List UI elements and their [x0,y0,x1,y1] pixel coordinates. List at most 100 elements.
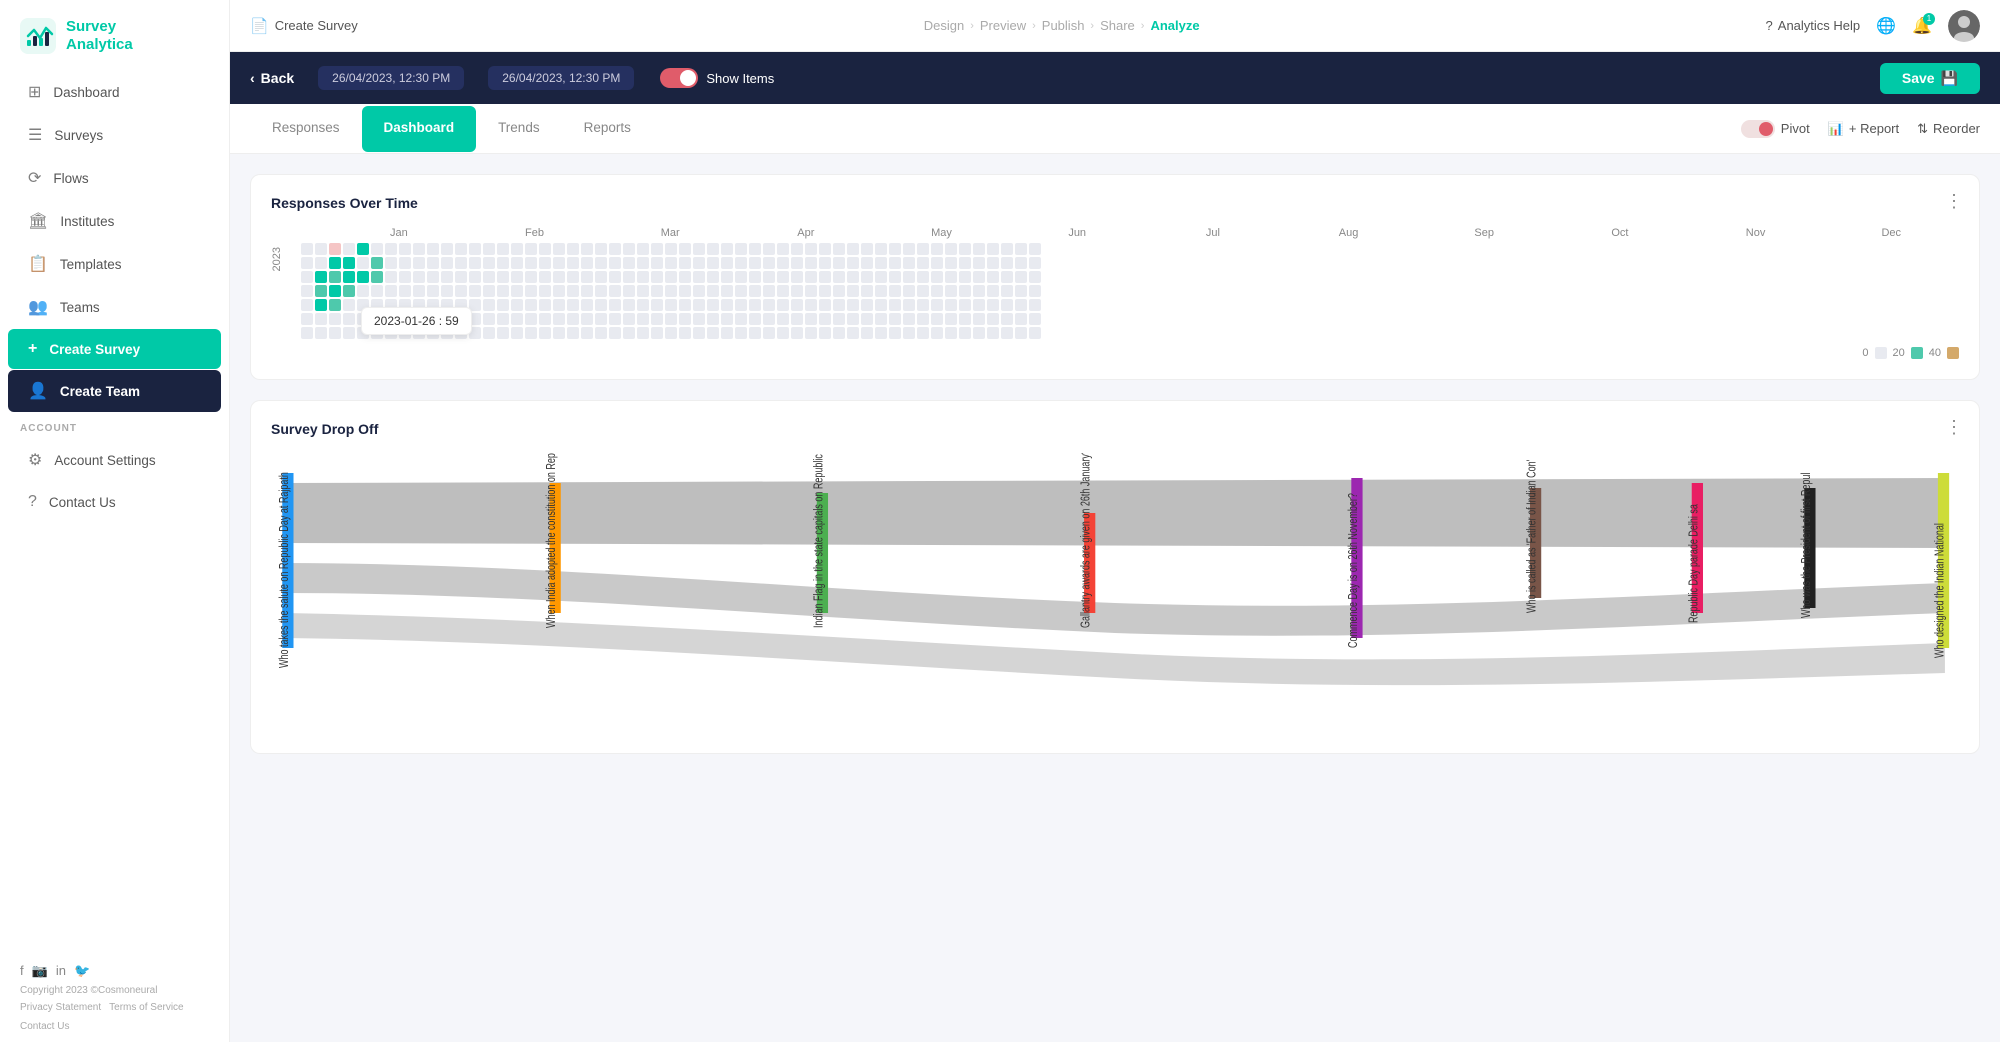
heatmap-cell[interactable] [553,271,565,283]
heatmap-cell[interactable] [931,299,943,311]
heatmap-cell[interactable] [371,285,383,297]
heatmap-cell[interactable] [945,313,957,325]
tab-responses[interactable]: Responses [250,106,362,152]
heatmap-cell[interactable] [735,257,747,269]
heatmap-cell[interactable] [735,299,747,311]
heatmap-cell[interactable] [945,299,957,311]
heatmap-cell[interactable] [749,243,761,255]
heatmap-cell[interactable] [441,327,453,339]
heatmap-cell[interactable] [721,257,733,269]
tab-trends[interactable]: Trends [476,106,562,152]
heatmap-cell[interactable] [343,243,355,255]
heatmap-cell[interactable] [455,313,467,325]
heatmap-cell[interactable] [791,271,803,283]
heatmap-cell[interactable] [371,327,383,339]
heatmap-cell[interactable] [763,299,775,311]
heatmap-cell[interactable] [651,327,663,339]
heatmap-cell[interactable] [301,243,313,255]
heatmap-cell[interactable] [973,257,985,269]
heatmap-cell[interactable] [749,285,761,297]
heatmap-cell[interactable] [987,243,999,255]
heatmap-cell[interactable] [427,299,439,311]
heatmap-cell[interactable] [861,313,873,325]
heatmap-cell[interactable] [679,313,691,325]
heatmap-cell[interactable] [805,313,817,325]
heatmap-cell[interactable] [805,285,817,297]
heatmap-cell[interactable] [511,299,523,311]
contact-link[interactable]: Contact Us [20,1021,69,1032]
heatmap-cell[interactable] [567,271,579,283]
heatmap-cell[interactable] [553,313,565,325]
heatmap-cell[interactable] [665,327,677,339]
heatmap-cell[interactable] [595,313,607,325]
tab-dashboard[interactable]: Dashboard [362,106,477,152]
heatmap-cell[interactable] [791,243,803,255]
heatmap-cell[interactable] [637,313,649,325]
privacy-link[interactable]: Privacy Statement [20,1002,101,1013]
heatmap-cell[interactable] [371,243,383,255]
heatmap-cell[interactable] [665,299,677,311]
sidebar-item-surveys[interactable]: ☰ Surveys [8,114,221,156]
heatmap-cell[interactable] [329,299,341,311]
heatmap-cell[interactable] [945,271,957,283]
heatmap-cell[interactable] [819,243,831,255]
heatmap-cell[interactable] [861,285,873,297]
heatmap-cell[interactable] [413,299,425,311]
heatmap-cell[interactable] [399,313,411,325]
heatmap-cell[interactable] [875,299,887,311]
heatmap-cell[interactable] [1015,243,1027,255]
heatmap-cell[interactable] [987,327,999,339]
heatmap-cell[interactable] [819,257,831,269]
heatmap-cell[interactable] [707,243,719,255]
heatmap-cell[interactable] [413,327,425,339]
heatmap-cell[interactable] [637,285,649,297]
heatmap-cell[interactable] [735,243,747,255]
heatmap-cell[interactable] [973,327,985,339]
sidebar-item-institutes[interactable]: 🏛 Institutes [8,200,221,242]
heatmap-cell[interactable] [875,243,887,255]
heatmap-cell[interactable] [497,327,509,339]
heatmap-cell[interactable] [553,257,565,269]
heatmap-cell[interactable] [301,327,313,339]
heatmap-cell[interactable] [679,257,691,269]
heatmap-cell[interactable] [623,285,635,297]
twitter-icon[interactable]: 🐦 [74,963,90,979]
heatmap-cell[interactable] [651,285,663,297]
heatmap-cell[interactable] [875,327,887,339]
heatmap-cell[interactable] [511,327,523,339]
heatmap-cell[interactable] [875,257,887,269]
heatmap-cell[interactable] [595,285,607,297]
heatmap-cell[interactable] [931,285,943,297]
heatmap-cell[interactable] [847,313,859,325]
heatmap-cell[interactable] [315,257,327,269]
heatmap-cell[interactable] [581,271,593,283]
heatmap-cell[interactable] [973,271,985,283]
heatmap-cell[interactable] [357,313,369,325]
heatmap-cell[interactable] [525,299,537,311]
heatmap-cell[interactable] [581,257,593,269]
heatmap-cell[interactable] [847,271,859,283]
heatmap-cell[interactable] [609,327,621,339]
heatmap-cell[interactable] [931,327,943,339]
heatmap-cell[interactable] [637,271,649,283]
heatmap-cell[interactable] [959,243,971,255]
heatmap-cell[interactable] [679,271,691,283]
heatmap-cell[interactable] [315,313,327,325]
heatmap-cell[interactable] [553,285,565,297]
heatmap-cell[interactable] [371,299,383,311]
heatmap-cell[interactable] [427,271,439,283]
heatmap-cell[interactable] [1015,271,1027,283]
heatmap-cell[interactable] [357,243,369,255]
heatmap-cell[interactable] [455,257,467,269]
heatmap-cell[interactable] [581,299,593,311]
heatmap-cell[interactable] [903,271,915,283]
heatmap-cell[interactable] [679,285,691,297]
heatmap-cell[interactable] [1029,285,1041,297]
heatmap-cell[interactable] [455,327,467,339]
heatmap-cell[interactable] [427,327,439,339]
heatmap-cell[interactable] [819,299,831,311]
heatmap-cell[interactable] [427,285,439,297]
heatmap-cell[interactable] [399,327,411,339]
heatmap-cell[interactable] [483,271,495,283]
heatmap-cell[interactable] [735,271,747,283]
